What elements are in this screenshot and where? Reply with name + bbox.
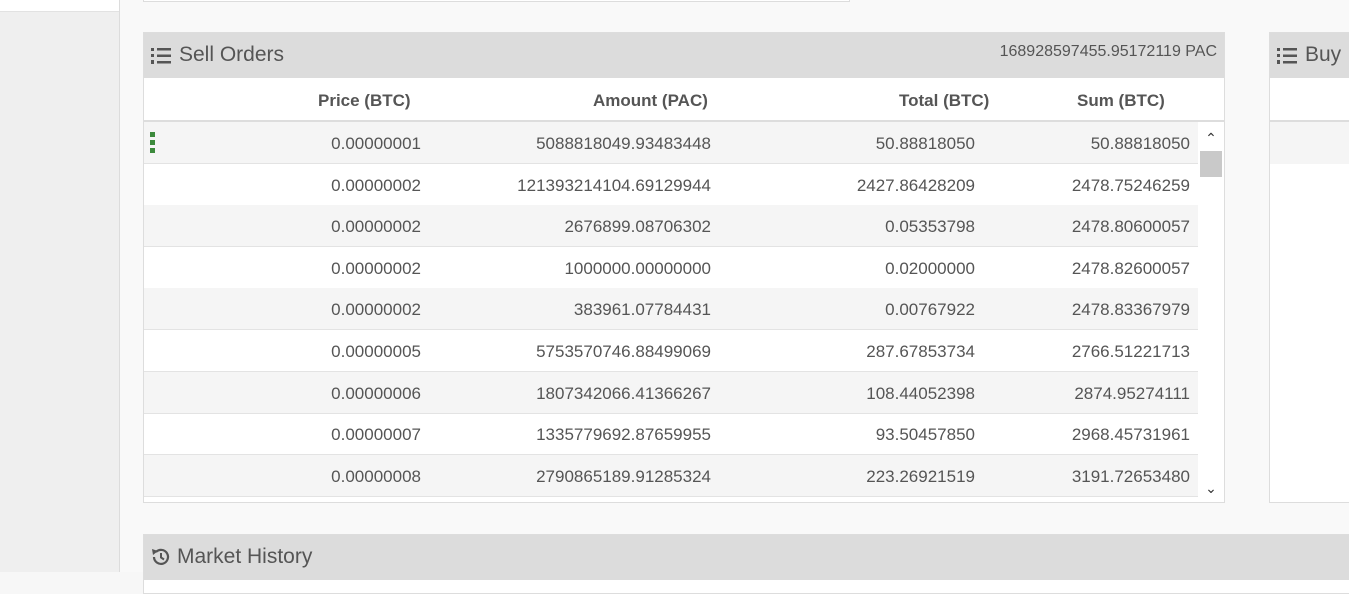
cell-total: 287.67853734 — [866, 342, 975, 361]
market-history-panel: Market History — [143, 534, 1349, 594]
table-row[interactable] — [1270, 122, 1349, 164]
sell-orders-heading: Sell Orders 168928597455.95172119 PAC — [144, 33, 1224, 78]
history-icon — [152, 548, 170, 565]
cell-price: 0.00000002 — [331, 217, 421, 237]
cell-price: 0.00000001 — [331, 134, 421, 153]
cell-total: 0.05353798 — [885, 217, 975, 237]
cell-sum: 2478.82600057 — [1071, 258, 1190, 278]
table-row[interactable]: 0.00000001 5088818049.93483448 50.88818050… — [144, 122, 1198, 164]
buy-orders-panel: Buy — [1269, 32, 1349, 503]
buy-orders-column-headers — [1270, 78, 1349, 122]
cell-amount: 1335779692.87659955 — [536, 425, 711, 445]
sidebar-top-item[interactable] — [0, 0, 119, 12]
table-row[interactable]: 0.00000007 1335779692.87659955 93.50457850… — [144, 413, 1198, 456]
cell-sum: 50.88818050 — [1090, 134, 1190, 153]
cell-amount: 383961.07784431 — [573, 300, 711, 320]
cell-amount: 5753570746.88499069 — [536, 342, 711, 361]
column-header-total[interactable]: Total (BTC) — [899, 91, 989, 111]
sell-orders-table-body: 0.00000001 5088818049.93483448 50.88818050… — [144, 122, 1198, 502]
cell-amount: 5088818049.93483448 — [536, 134, 711, 153]
cell-price: 0.00000002 — [331, 258, 421, 278]
cell-price: 0.00000007 — [331, 425, 421, 445]
cell-sum: 2478.80600057 — [1071, 217, 1190, 237]
cell-amount: 121393214104.69129944 — [517, 175, 711, 195]
cell-sum: 2766.51221713 — [1071, 342, 1190, 361]
cell-sum: 2968.45731961 — [1071, 425, 1190, 445]
upper-panel-bottom-edge — [143, 0, 850, 2]
table-row[interactable]: 0.00000002 2676899.08706302 0.05353798 2478… — [144, 205, 1198, 248]
cell-amount: 1000000.00000000 — [564, 258, 711, 278]
cell-price: 0.00000002 — [331, 175, 421, 195]
buy-orders-heading: Buy — [1270, 33, 1349, 78]
column-header-price[interactable]: Price (BTC) — [318, 91, 411, 111]
cell-total: 50.88818050 — [875, 134, 975, 153]
cell-price: 0.00000005 — [331, 342, 421, 361]
table-row[interactable]: 0.00000002 121393214104.69129944 2427.8642… — [144, 164, 1198, 206]
table-row[interactable]: 0.00000005 5753570746.88499069 287.6785373… — [144, 330, 1198, 372]
cell-sum: 3191.72653480 — [1071, 466, 1190, 486]
market-history-heading: Market History — [144, 535, 1349, 580]
cell-total: 108.44052398 — [866, 383, 975, 403]
table-row[interactable]: 0.00000002 383961.07784431 0.00767922 2478.… — [144, 288, 1198, 331]
cell-amount: 1807342066.41366267 — [536, 383, 711, 403]
chevron-up-icon[interactable]: ⌃ — [1203, 130, 1219, 146]
table-row[interactable]: 0.00000006 1807342066.41366267 108.4405239… — [144, 371, 1198, 414]
cell-price: 0.00000008 — [331, 466, 421, 486]
table-row[interactable]: 0.00000002 1000000.00000000 0.02000000 2478… — [144, 247, 1198, 289]
cell-price: 0.00000002 — [331, 300, 421, 320]
cell-total: 0.02000000 — [885, 258, 975, 278]
column-header-amount[interactable]: Amount (PAC) — [593, 91, 708, 111]
cell-total: 223.26921519 — [866, 466, 975, 486]
buy-orders-title: Buy — [1305, 43, 1342, 66]
sell-orders-column-headers: Price (BTC) Amount (PAC) Total (BTC) Sum… — [144, 78, 1224, 122]
cell-total: 0.00767922 — [885, 300, 975, 320]
cell-amount: 2790865189.91285324 — [536, 466, 711, 486]
table-row[interactable]: 0.00000008 2790865189.91285324 223.2692151… — [144, 454, 1198, 497]
sell-orders-scrollbar[interactable]: ⌃ ⌄ — [1198, 122, 1224, 502]
column-header-sum[interactable]: Sum (BTC) — [1077, 91, 1165, 111]
cell-sum: 2478.83367979 — [1071, 300, 1190, 320]
list-ordered-icon — [1277, 48, 1297, 64]
cell-total: 93.50457850 — [875, 425, 975, 445]
sell-orders-total: 168928597455.95172119 PAC — [999, 43, 1217, 60]
sell-orders-title: Sell Orders — [179, 43, 285, 66]
scroll-thumb[interactable] — [1200, 151, 1222, 177]
list-ordered-icon — [151, 48, 171, 64]
left-sidebar — [0, 0, 120, 572]
cell-price: 0.00000006 — [331, 383, 421, 403]
cell-amount: 2676899.08706302 — [564, 217, 711, 237]
cell-sum: 2478.75246259 — [1071, 175, 1190, 195]
cell-sum: 2874.95274111 — [1074, 383, 1190, 403]
drag-handle-icon[interactable] — [150, 132, 156, 154]
sell-orders-panel: Sell Orders 168928597455.95172119 PAC Pr… — [143, 32, 1225, 503]
market-history-title: Market History — [177, 545, 313, 568]
cell-total: 2427.86428209 — [856, 175, 975, 195]
chevron-down-icon[interactable]: ⌄ — [1203, 480, 1219, 496]
